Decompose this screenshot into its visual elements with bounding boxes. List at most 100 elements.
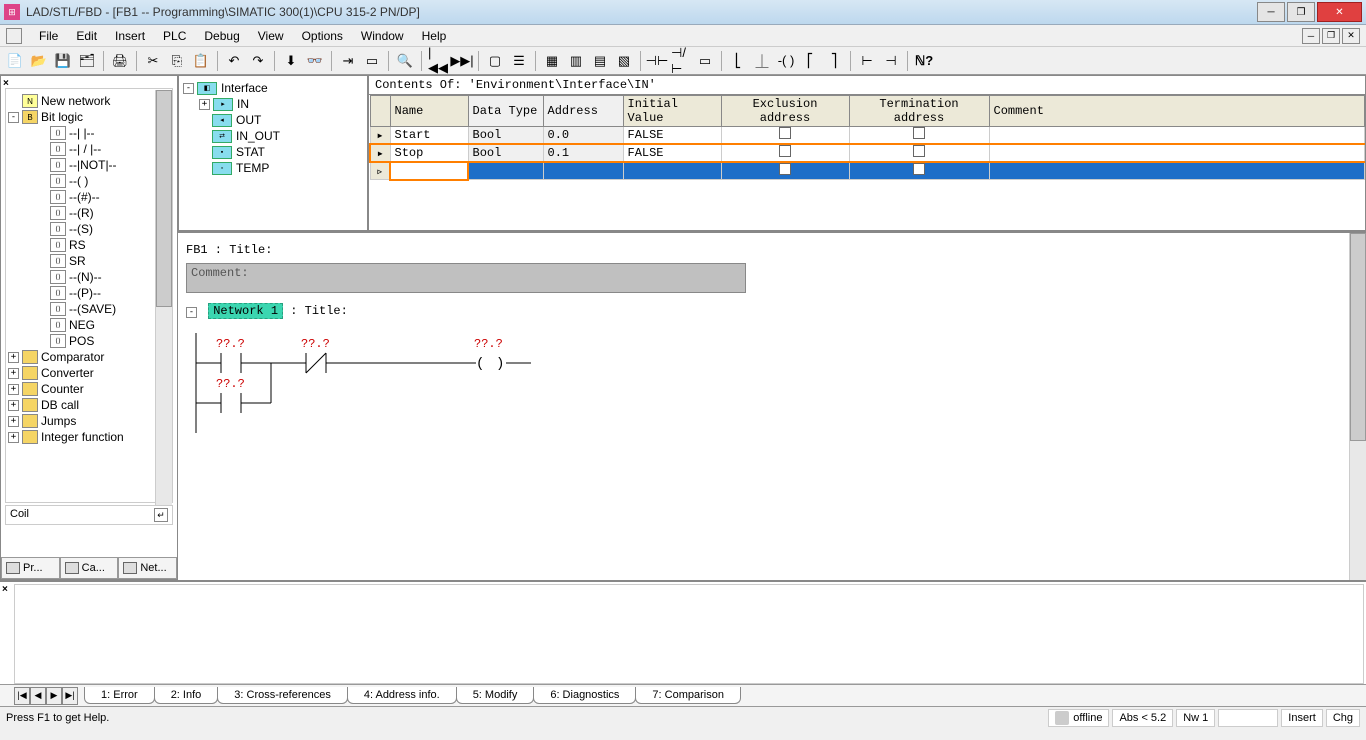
iface-in[interactable]: +▸IN [183, 96, 363, 112]
contact-address[interactable]: ??.? [216, 337, 245, 351]
return-icon[interactable]: ↵ [154, 508, 168, 522]
tree-new-network[interactable]: NNew network [8, 93, 170, 109]
lad-conn1-button[interactable]: ⊢ [856, 50, 878, 72]
checkbox[interactable] [913, 163, 925, 175]
output-nav-next[interactable]: ▶ [46, 687, 62, 705]
tree-folder[interactable]: +DB call [8, 397, 170, 413]
catalog-scrollbar[interactable] [155, 90, 172, 523]
iface-temp[interactable]: ▫TEMP [183, 160, 363, 176]
tab-call[interactable]: Ca... [60, 558, 119, 579]
iface-root[interactable]: -◧Interface [183, 80, 363, 96]
iface-inout[interactable]: ⇄IN_OUT [183, 128, 363, 144]
goto-button[interactable]: ⇥ [337, 50, 359, 72]
download-button[interactable]: ⬇ [280, 50, 302, 72]
ladder-scrollbar[interactable] [1349, 233, 1366, 580]
tree-item[interactable]: ⟨⟩--( ) [8, 173, 170, 189]
view-lad-button[interactable]: ▢ [484, 50, 506, 72]
table-row[interactable]: ▸ Start Bool 0.0 FALSE [370, 127, 1365, 145]
output-tab[interactable]: 2: Info [154, 687, 219, 704]
tree-item[interactable]: ⟨⟩--(S) [8, 221, 170, 237]
view-stl-button[interactable]: ☰ [508, 50, 530, 72]
output-nav-first[interactable]: |◀ [14, 687, 30, 705]
output-nav-last[interactable]: ▶| [62, 687, 78, 705]
nav-last-button[interactable]: ▶▶| [451, 50, 473, 72]
tree-bit-logic[interactable]: -BBit logic [8, 109, 170, 125]
lad-junction-button[interactable]: ⏊ [751, 50, 773, 72]
print-button[interactable]: 🖨 [109, 50, 131, 72]
tree-folder[interactable]: +Integer function [8, 429, 170, 445]
undo-button[interactable]: ↶ [223, 50, 245, 72]
copy-button[interactable]: ⎘ [166, 50, 188, 72]
tree-folder[interactable]: +Counter [8, 381, 170, 397]
output-close-icon[interactable]: × [2, 584, 8, 595]
lad-coil-button[interactable]: -( ) [775, 50, 797, 72]
new-button[interactable]: 📄 [4, 50, 26, 72]
save-all-button[interactable]: 🗂 [76, 50, 98, 72]
tree-item[interactable]: ⟨⟩--| |-- [8, 125, 170, 141]
paste-button[interactable]: 📋 [190, 50, 212, 72]
monitor-button[interactable]: 👓 [304, 50, 326, 72]
window2-button[interactable]: ▥ [565, 50, 587, 72]
menu-view[interactable]: View [249, 29, 293, 43]
lad-conn2-button[interactable]: ⊣ [880, 50, 902, 72]
ladder-diagram[interactable]: ??.? ??.? ( ) ??.? ??.? [186, 323, 746, 443]
lad-nc-button[interactable]: ⊣⊢ [646, 50, 668, 72]
checkbox[interactable] [779, 127, 791, 139]
output-tab[interactable]: 7: Comparison [635, 687, 741, 704]
lad-branch-button[interactable]: ⎣ [727, 50, 749, 72]
tree-item[interactable]: ⟨⟩RS [8, 237, 170, 253]
network-expander-icon[interactable]: - [186, 307, 197, 318]
output-tab[interactable]: 4: Address info. [347, 687, 457, 704]
mdi-restore-button[interactable]: ❐ [1322, 28, 1340, 44]
tree-folder[interactable]: +Comparator [8, 349, 170, 365]
tree-folder[interactable]: +Converter [8, 365, 170, 381]
mdi-close-button[interactable]: ✕ [1342, 28, 1360, 44]
coil-address[interactable]: ??.? [474, 337, 503, 351]
iface-out[interactable]: ◂OUT [183, 112, 363, 128]
mdi-minimize-button[interactable]: ─ [1302, 28, 1320, 44]
open-button[interactable]: 📂 [28, 50, 50, 72]
tree-item[interactable]: ⟨⟩--|NOT|-- [8, 157, 170, 173]
output-tab[interactable]: 3: Cross-references [217, 687, 348, 704]
checkbox[interactable] [913, 127, 925, 139]
ladder-editor[interactable]: FB1 : Title: Comment: - Network 1 : Titl… [178, 233, 1366, 580]
catalog-tree[interactable]: NNew network -BBit logic ⟨⟩--| |--⟨⟩--| … [5, 88, 173, 503]
network-header[interactable]: - Network 1 : Title: [186, 303, 1358, 319]
tree-item[interactable]: ⟨⟩--(SAVE) [8, 301, 170, 317]
tree-item[interactable]: ⟨⟩--| / |-- [8, 141, 170, 157]
tree-item[interactable]: ⟨⟩NEG [8, 317, 170, 333]
lad-box-button[interactable]: ▭ [694, 50, 716, 72]
menu-options[interactable]: Options [293, 29, 352, 43]
interface-table[interactable]: Name Data Type Address Initial Value Exc… [369, 95, 1365, 181]
menu-window[interactable]: Window [352, 29, 413, 43]
output-tab[interactable]: 5: Modify [456, 687, 535, 704]
lad-no-button[interactable]: ⊣/⊢ [670, 50, 692, 72]
tree-folder[interactable]: +Jumps [8, 413, 170, 429]
menu-plc[interactable]: PLC [154, 29, 195, 43]
lad-close-button[interactable]: ⎤ [823, 50, 845, 72]
contact-address[interactable]: ??.? [301, 337, 330, 351]
tree-item[interactable]: ⟨⟩SR [8, 253, 170, 269]
menu-edit[interactable]: Edit [67, 29, 106, 43]
block-button[interactable]: ▭ [361, 50, 383, 72]
comment-box[interactable]: Comment: [186, 263, 746, 293]
minimize-button[interactable]: ─ [1257, 2, 1285, 22]
nav-first-button[interactable]: |◀◀ [427, 50, 449, 72]
table-row[interactable]: ▸ Stop Bool 0.1 FALSE [370, 144, 1365, 162]
save-button[interactable]: 💾 [52, 50, 74, 72]
table-row-new[interactable]: ▹ [370, 162, 1365, 180]
menu-file[interactable]: File [30, 29, 67, 43]
window4-button[interactable]: ▧ [613, 50, 635, 72]
interface-tree[interactable]: -◧Interface +▸IN ◂OUT ⇄IN_OUT ▪STAT ▫TEM… [178, 75, 368, 231]
menu-debug[interactable]: Debug [195, 29, 248, 43]
cut-button[interactable]: ✂ [142, 50, 164, 72]
help-button[interactable]: ℕ? [913, 50, 935, 72]
restore-button[interactable]: ❐ [1287, 2, 1315, 22]
redo-button[interactable]: ↷ [247, 50, 269, 72]
mdi-system-icon[interactable] [6, 28, 22, 44]
search-button[interactable]: 🔍 [394, 50, 416, 72]
contact-address[interactable]: ??.? [216, 377, 245, 391]
tree-item[interactable]: ⟨⟩POS [8, 333, 170, 349]
menu-help[interactable]: Help [413, 29, 456, 43]
checkbox[interactable] [779, 163, 791, 175]
